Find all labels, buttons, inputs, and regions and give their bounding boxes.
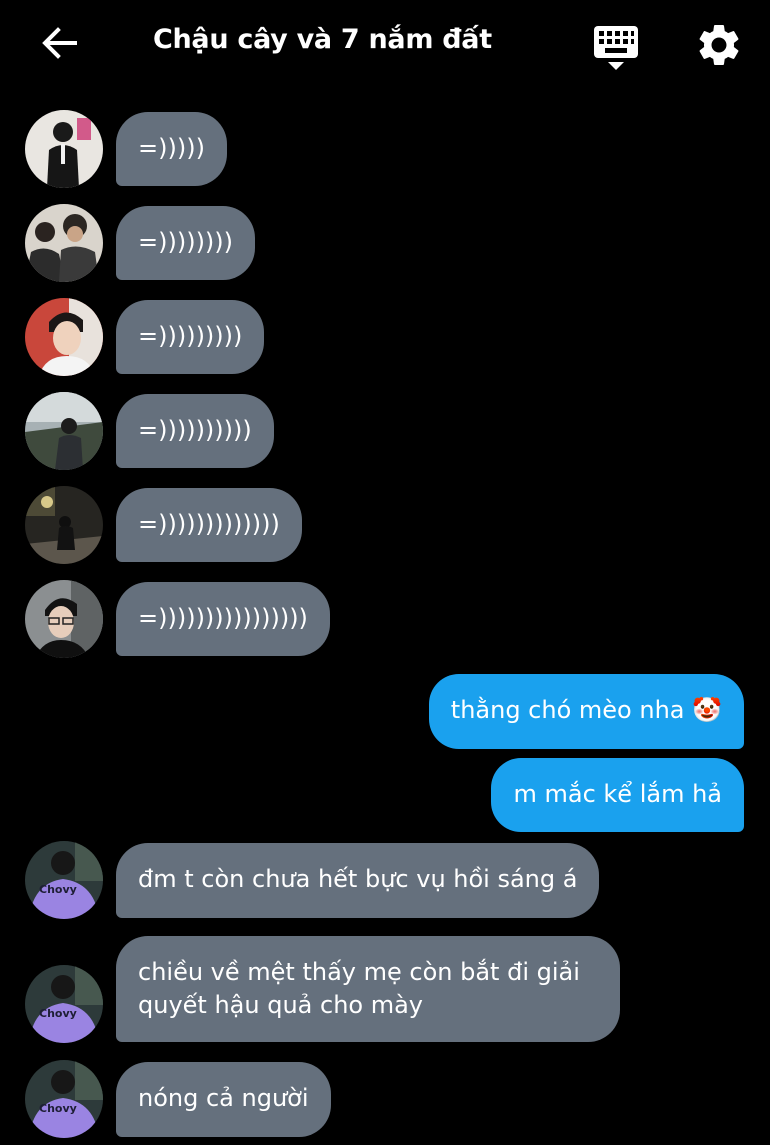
message-bubble-incoming[interactable]: =))))))))))))) <box>116 488 302 562</box>
settings-button[interactable] <box>694 20 744 70</box>
keyboard-icon <box>588 26 644 76</box>
svg-text:Chovy: Chovy <box>39 1102 77 1115</box>
message-bubble-incoming[interactable]: =)))))))))))))))) <box>116 582 330 656</box>
chat-title: Chậu cây và 7 nắm đất <box>153 24 492 55</box>
arrow-left-icon <box>39 23 79 67</box>
avatar[interactable] <box>25 298 103 376</box>
avatar[interactable] <box>25 204 103 282</box>
chat-header: Chậu cây và 7 nắm đất <box>0 0 770 90</box>
avatar[interactable] <box>25 580 103 658</box>
avatar[interactable]: Chovy <box>25 965 103 1043</box>
back-button[interactable] <box>34 22 84 68</box>
keyboard-button[interactable] <box>588 22 644 72</box>
avatar[interactable] <box>25 486 103 564</box>
message-bubble-outgoing[interactable]: thằng chó mèo nha 🤡 <box>428 674 744 749</box>
svg-text:Chovy: Chovy <box>39 883 77 896</box>
message-bubble-incoming[interactable]: nóng cả người <box>116 1062 331 1137</box>
message-bubble-incoming[interactable]: đm t còn chưa hết bực vụ hồi sáng á <box>116 843 600 918</box>
avatar[interactable]: Chovy <box>25 1060 103 1138</box>
svg-text:Chovy: Chovy <box>39 1007 77 1020</box>
message-bubble-outgoing[interactable]: m mắc kể lắm hả <box>491 758 744 832</box>
gear-icon <box>694 24 744 74</box>
avatar[interactable] <box>25 110 103 188</box>
avatar[interactable] <box>25 392 103 470</box>
message-bubble-incoming[interactable]: chiều về mệt thấy mẹ còn bắt đi giải quy… <box>116 936 620 1042</box>
message-bubble-incoming[interactable]: =))))) <box>116 112 227 186</box>
message-bubble-incoming[interactable]: =)))))))) <box>116 206 256 280</box>
message-bubble-incoming[interactable]: =)))))))))) <box>116 394 274 468</box>
message-bubble-incoming[interactable]: =))))))))) <box>116 300 265 374</box>
avatar[interactable]: Chovy <box>25 841 103 919</box>
